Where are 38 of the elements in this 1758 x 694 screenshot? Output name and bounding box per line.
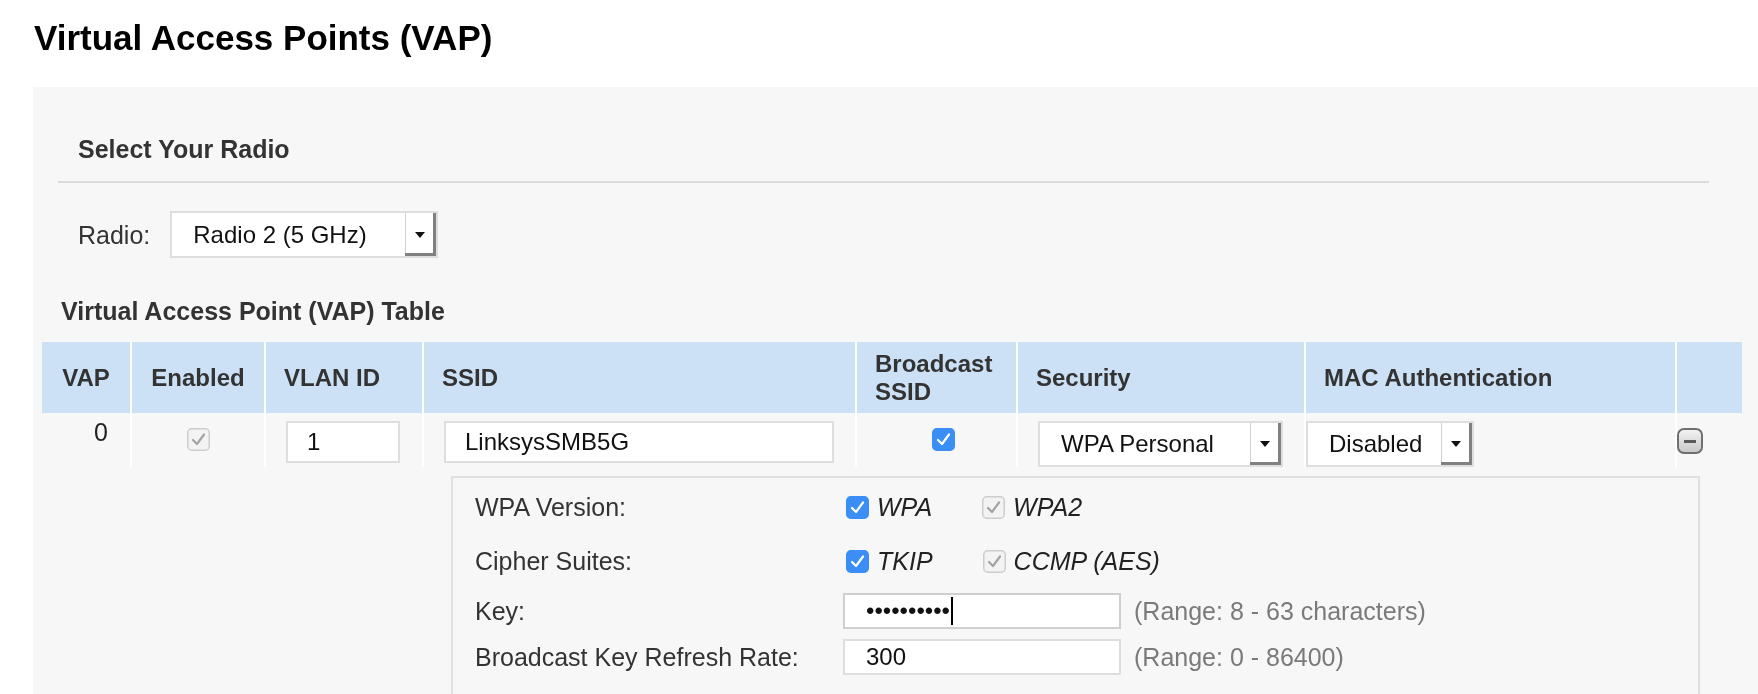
column-header: Enabled (130, 342, 264, 413)
mac-authentication-select[interactable]: Disabled (1306, 421, 1474, 467)
column-header: MAC Authentication (1304, 342, 1675, 413)
dropdown-arrow-icon (1441, 423, 1472, 465)
radio-select[interactable]: Radio 2 (5 GHz) (170, 211, 439, 258)
setting-label: WPA Version: (475, 492, 627, 522)
input-field[interactable]: 300 (843, 639, 1121, 675)
remove-button[interactable] (1677, 428, 1703, 454)
section-heading: Select Your Radio (78, 134, 290, 164)
column-header: Security (1016, 342, 1304, 413)
column-header: VAP (42, 342, 130, 413)
table-heading: Virtual Access Point (VAP) Table (61, 296, 445, 326)
dropdown-arrow-icon (405, 213, 437, 256)
range-hint: (Range: 8 - 63 characters) (1134, 596, 1426, 626)
option-label: TKIP (877, 546, 933, 576)
checkbox[interactable] (846, 549, 869, 573)
ssid-field[interactable]: LinksysSMB5G (444, 421, 834, 463)
input-field[interactable]: •••••••••• (843, 593, 1121, 629)
vlan-id-field[interactable]: 1 (286, 421, 400, 463)
column-header: VLAN ID (264, 342, 422, 413)
page-title: Virtual Access Points (VAP) (34, 18, 493, 58)
option-label: CCMP (AES) (1013, 546, 1160, 576)
column-header: Broadcast SSID (855, 342, 1016, 413)
dropdown-arrow-icon (1250, 423, 1281, 465)
setting-label: Cipher Suites: (475, 546, 634, 576)
checkbox[interactable] (932, 428, 955, 451)
option-label: WPA2 (1013, 492, 1083, 522)
minus-icon (1684, 439, 1696, 443)
checkbox[interactable] (846, 495, 869, 519)
vap-number: 0 (94, 418, 108, 446)
column-header: SSID (422, 342, 855, 413)
setting-label: Key: (475, 596, 527, 626)
setting-label: Broadcast Key Refresh Rate: (475, 642, 800, 672)
range-hint: (Range: 0 - 86400) (1134, 642, 1344, 672)
security-select[interactable]: WPA Personal (1038, 421, 1283, 467)
text-cursor-icon (951, 597, 954, 625)
option-label: WPA (877, 492, 933, 522)
radio-label: Radio: (78, 219, 151, 250)
